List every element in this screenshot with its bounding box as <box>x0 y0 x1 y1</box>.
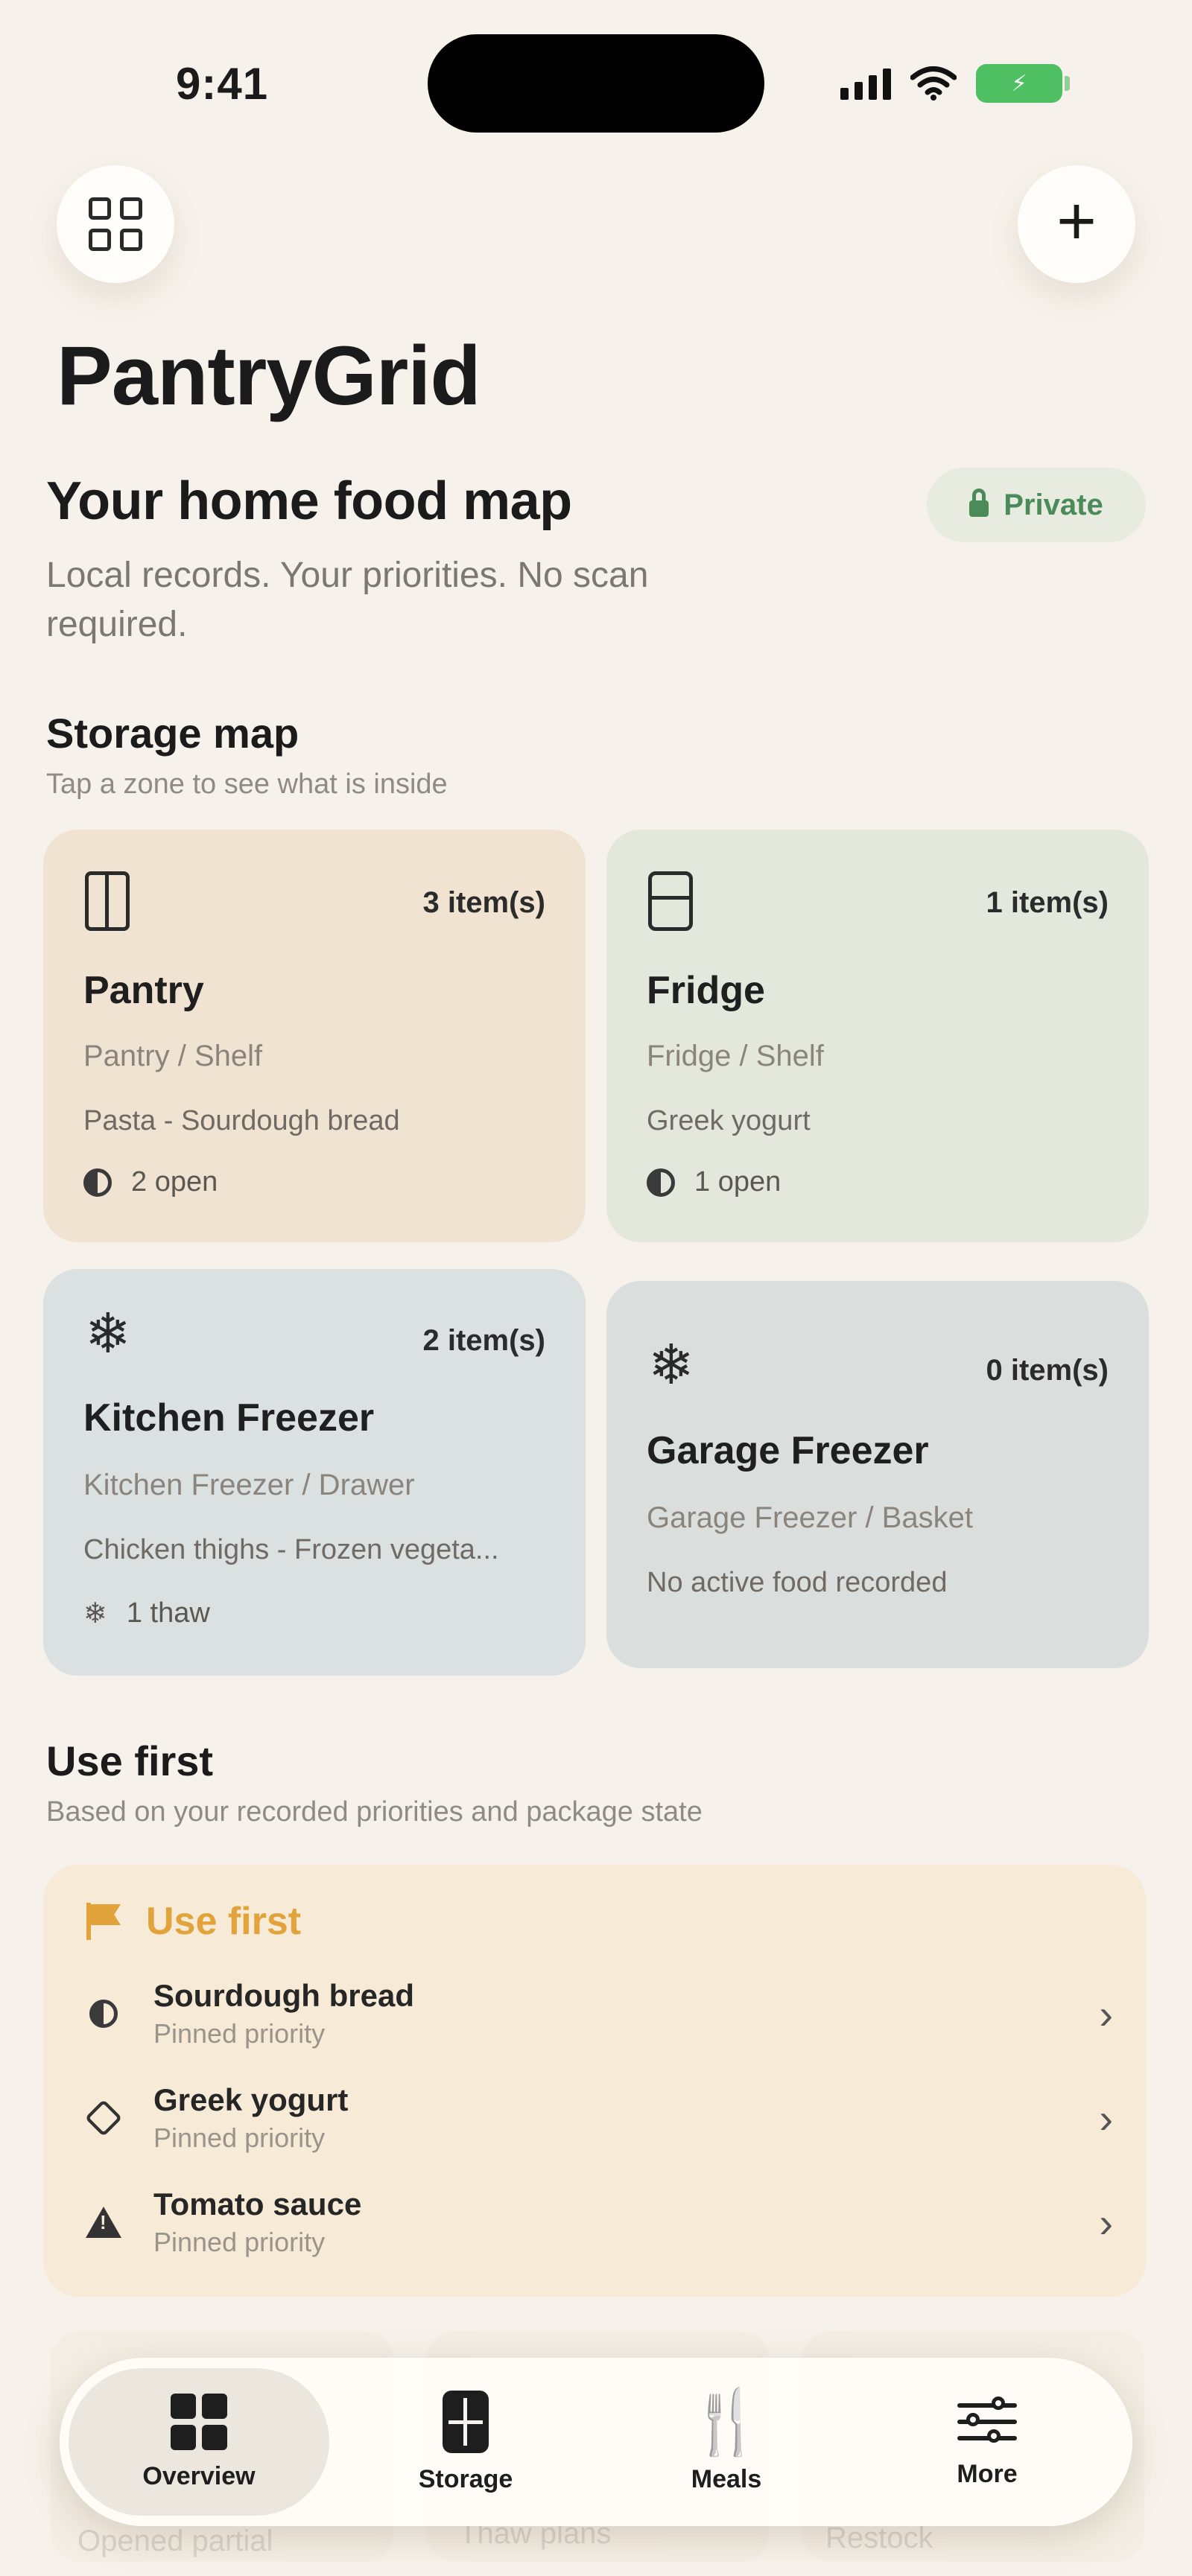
tab-more[interactable]: More <box>857 2368 1118 2516</box>
tab-storage[interactable]: Storage <box>335 2368 596 2516</box>
ghost-label: Restock <box>825 2522 933 2554</box>
battery-icon: ⚡ <box>976 64 1070 103</box>
use-first-panel-header: Use first <box>85 1899 301 1944</box>
zone-count: 2 item(s) <box>422 1324 546 1357</box>
storage-icon <box>443 2390 489 2453</box>
add-button[interactable]: + <box>1018 165 1135 283</box>
zone-card-garage-freezer[interactable]: ❄ 0 item(s) Garage Freezer Garage Freeze… <box>606 1281 1149 1668</box>
status-time: 9:41 <box>176 59 269 109</box>
item-note: Pinned priority <box>153 2018 326 2049</box>
storage-map-subtitle: Tap a zone to see what is inside <box>46 769 448 800</box>
half-circle-icon <box>85 1995 122 2032</box>
zone-name: Kitchen Freezer <box>83 1396 375 1440</box>
use-first-title: Use first <box>46 1737 214 1784</box>
half-circle-icon <box>83 1168 112 1197</box>
menu-grid-button[interactable] <box>57 165 174 283</box>
zone-state-label: 2 open <box>131 1166 218 1198</box>
dynamic-island <box>428 34 764 133</box>
wifi-icon <box>910 66 957 101</box>
chevron-right-icon: › <box>1099 2198 1113 2246</box>
zone-name: Pantry <box>83 969 204 1012</box>
zone-count: 0 item(s) <box>986 1354 1109 1387</box>
item-name: Sourdough bread <box>153 1978 414 2013</box>
private-badge: Private <box>927 468 1146 542</box>
fridge-icon <box>648 871 696 932</box>
zone-card-kitchen-freezer[interactable]: ❄ 2 item(s) Kitchen Freezer Kitchen Free… <box>43 1269 586 1676</box>
zone-card-fridge[interactable]: 1 item(s) Fridge Fridge / Shelf Greek yo… <box>606 830 1149 1242</box>
snowflake-icon: ❄ <box>85 1303 132 1364</box>
tab-bar: Overview Storage 🍴 Meals More <box>60 2358 1132 2526</box>
zone-items: No active food recorded <box>647 1567 948 1598</box>
flag-icon <box>85 1903 122 1940</box>
warning-icon <box>85 2204 122 2241</box>
zone-name: Garage Freezer <box>647 1429 929 1472</box>
lock-icon <box>969 489 989 517</box>
half-circle-icon <box>647 1168 675 1197</box>
zone-items: Greek yogurt <box>647 1105 811 1136</box>
sliders-icon <box>957 2396 1017 2448</box>
storage-map-title: Storage map <box>46 710 299 757</box>
grid-icon <box>171 2393 227 2450</box>
zone-card-pantry[interactable]: 3 item(s) Pantry Pantry / Shelf Pasta - … <box>43 830 586 1242</box>
item-name: Tomato sauce <box>153 2187 362 2222</box>
tab-label: Overview <box>142 2461 256 2490</box>
zone-state-label: 1 thaw <box>126 1597 210 1629</box>
zone-items: Pasta - Sourdough bread <box>83 1105 400 1136</box>
list-item[interactable]: Greek yogurt Pinned priority › <box>84 2073 1113 2163</box>
hero-title: Your home food map <box>46 471 572 531</box>
zone-count: 3 item(s) <box>422 886 546 919</box>
zone-location: Fridge / Shelf <box>647 1040 824 1072</box>
signal-icon <box>840 67 891 100</box>
zone-location: Kitchen Freezer / Drawer <box>83 1469 415 1501</box>
private-badge-label: Private <box>1004 488 1103 521</box>
zone-location: Garage Freezer / Basket <box>647 1501 973 1534</box>
use-first-panel: Use first Sourdough bread Pinned priorit… <box>43 1865 1146 2297</box>
list-item[interactable]: Tomato sauce Pinned priority › <box>85 2178 1113 2267</box>
item-note: Pinned priority <box>153 2122 326 2153</box>
snowflake-small-icon: ❄ <box>83 1598 107 1629</box>
grid-icon <box>89 197 142 251</box>
fork-knife-icon: 🍴 <box>687 2386 766 2457</box>
use-first-subtitle: Based on your recorded priorities and pa… <box>46 1796 703 1828</box>
package-icon <box>84 2099 123 2137</box>
zone-name: Fridge <box>647 969 765 1012</box>
zone-state: 2 open <box>83 1166 218 1198</box>
chevron-right-icon: › <box>1099 1990 1113 2038</box>
zone-location: Pantry / Shelf <box>83 1040 263 1072</box>
zone-state-label: 1 open <box>694 1166 782 1198</box>
status-icons: ⚡ <box>840 63 1080 104</box>
tab-meals[interactable]: 🍴 Meals <box>596 2368 857 2516</box>
item-note: Pinned priority <box>153 2227 326 2257</box>
use-first-panel-title: Use first <box>146 1900 302 1943</box>
chevron-right-icon: › <box>1099 2094 1113 2142</box>
tab-label: Storage <box>418 2464 513 2493</box>
zone-state: ❄ 1 thaw <box>83 1597 210 1630</box>
plus-icon: + <box>1056 183 1097 259</box>
item-name: Greek yogurt <box>153 2082 349 2117</box>
tab-label: Meals <box>691 2464 762 2493</box>
snowflake-icon: ❄ <box>648 1334 695 1396</box>
ghost-label: Opened partial <box>77 2525 273 2557</box>
list-item[interactable]: Sourdough bread Pinned priority › <box>85 1969 1113 2058</box>
zone-state: 1 open <box>647 1166 781 1198</box>
pantry-icon <box>85 871 133 932</box>
hero-subtitle: Local records. Your priorities. No scan … <box>46 556 649 644</box>
zone-count: 1 item(s) <box>986 886 1109 919</box>
app-title: PantryGrid <box>57 329 481 422</box>
tab-label: More <box>957 2459 1018 2488</box>
zone-items: Chicken thighs - Frozen vegeta... <box>83 1534 499 1565</box>
tab-overview[interactable]: Overview <box>69 2368 329 2516</box>
